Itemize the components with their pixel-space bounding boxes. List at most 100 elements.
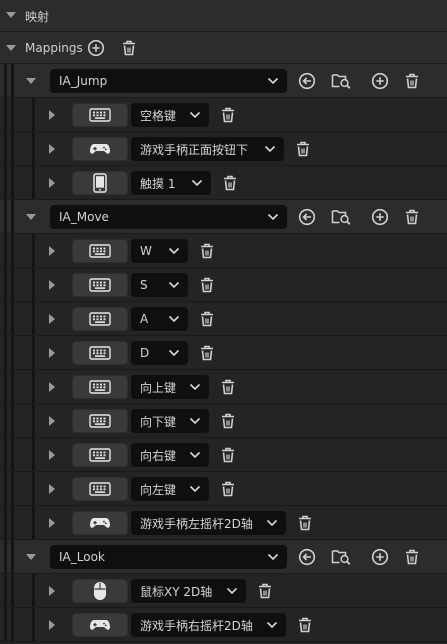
expand-arrow-icon[interactable] [49,110,55,120]
expand-arrow-icon[interactable] [49,314,55,324]
reset-to-default-icon[interactable] [298,72,316,90]
binding-row[interactable]: W [0,234,447,268]
key-capture-button[interactable] [72,307,128,331]
add-binding-icon[interactable] [371,72,389,90]
chevron-down-icon [168,281,180,289]
expand-arrow-icon[interactable] [49,450,55,460]
browse-asset-icon[interactable] [330,72,352,90]
key-select[interactable]: 触摸 1 [131,171,211,195]
key-capture-button[interactable] [72,103,128,127]
delete-action-icon[interactable] [403,72,421,90]
collapse-arrow-icon[interactable] [6,12,16,18]
delete-binding-icon[interactable] [296,514,314,532]
key-capture-button[interactable] [72,273,128,297]
delete-binding-icon[interactable] [198,242,216,260]
binding-row[interactable]: 鼠标XY 2D轴 [0,574,447,608]
binding-row[interactable]: 向下键 [0,404,447,438]
key-capture-button[interactable] [72,239,128,263]
delete-binding-icon[interactable] [256,582,274,600]
key-capture-button[interactable] [72,375,128,399]
key-select[interactable]: 游戏手柄左摇杆2D轴 [131,511,286,535]
key-capture-button[interactable] [72,477,128,501]
mapping-section-header[interactable]: 映射 [0,0,447,32]
add-mapping-icon[interactable] [87,39,105,57]
reset-to-default-icon[interactable] [298,208,316,226]
action-select[interactable]: IA_Look [50,545,287,569]
delete-binding-icon[interactable] [198,276,216,294]
key-capture-button[interactable] [72,171,128,195]
expand-arrow-icon[interactable] [49,178,55,188]
key-capture-button[interactable] [72,511,128,535]
delete-binding-icon[interactable] [221,174,239,192]
binding-row[interactable]: A [0,302,447,336]
mappings-header[interactable]: Mappings [0,32,447,64]
binding-row[interactable]: 游戏手柄正面按钮下 [0,132,447,166]
delete-binding-icon[interactable] [219,446,237,464]
reset-to-default-icon[interactable] [298,548,316,566]
key-capture-button[interactable] [72,613,128,637]
collapse-arrow-icon[interactable] [26,78,36,84]
collapse-arrow-icon[interactable] [26,554,36,560]
key-select[interactable]: 向上键 [131,375,209,399]
collapse-arrow-icon[interactable] [26,214,36,220]
delete-binding-icon[interactable] [219,106,237,124]
delete-binding-icon[interactable] [294,140,312,158]
key-capture-button[interactable] [72,409,128,433]
expand-arrow-icon[interactable] [49,586,55,596]
key-select[interactable]: 游戏手柄右摇杆2D轴 [131,613,286,637]
key-select[interactable]: 向下键 [131,409,209,433]
key-capture-button[interactable] [72,579,128,603]
collapse-arrow-icon[interactable] [6,45,16,51]
delete-binding-icon[interactable] [219,412,237,430]
key-capture-button[interactable] [72,443,128,467]
delete-action-icon[interactable] [403,208,421,226]
key-select[interactable]: 向左键 [131,477,209,501]
binding-row[interactable]: 向左键 [0,472,447,506]
key-name: W [140,244,152,258]
action-select[interactable]: IA_Jump [50,69,287,93]
action-row[interactable]: IA_Jump [0,64,447,98]
key-select[interactable]: W [131,239,188,263]
delete-binding-icon[interactable] [219,378,237,396]
binding-row[interactable]: D [0,336,447,370]
key-select[interactable]: 向右键 [131,443,209,467]
binding-row[interactable]: S [0,268,447,302]
key-select[interactable]: D [131,341,188,365]
expand-arrow-icon[interactable] [49,144,55,154]
expand-arrow-icon[interactable] [49,348,55,358]
key-capture-button[interactable] [72,341,128,365]
binding-row[interactable]: 向右键 [0,438,447,472]
key-select[interactable]: 鼠标XY 2D轴 [131,579,246,603]
key-select[interactable]: A [131,307,188,331]
expand-arrow-icon[interactable] [49,416,55,426]
expand-arrow-icon[interactable] [49,246,55,256]
expand-arrow-icon[interactable] [49,382,55,392]
action-row[interactable]: IA_Look [0,540,447,574]
expand-arrow-icon[interactable] [49,518,55,528]
key-select[interactable]: 游戏手柄正面按钮下 [131,137,284,161]
binding-row[interactable]: 游戏手柄左摇杆2D轴 [0,506,447,540]
key-select[interactable]: 空格键 [131,103,209,127]
expand-arrow-icon[interactable] [49,620,55,630]
delete-binding-icon[interactable] [198,310,216,328]
binding-row[interactable]: 触摸 1 [0,166,447,200]
browse-asset-icon[interactable] [330,548,352,566]
binding-row[interactable]: 游戏手柄右摇杆2D轴 [0,608,447,642]
binding-row[interactable]: 向上键 [0,370,447,404]
key-select[interactable]: S [131,273,188,297]
delete-action-icon[interactable] [403,548,421,566]
action-select[interactable]: IA_Move [50,205,287,229]
browse-asset-icon[interactable] [330,208,352,226]
binding-row[interactable]: 空格键 [0,98,447,132]
expand-arrow-icon[interactable] [49,280,55,290]
chevron-down-icon [191,179,203,187]
delete-binding-icon[interactable] [219,480,237,498]
delete-all-mappings-icon[interactable] [120,39,138,57]
action-row[interactable]: IA_Move [0,200,447,234]
add-binding-icon[interactable] [371,208,389,226]
key-capture-button[interactable] [72,137,128,161]
add-binding-icon[interactable] [371,548,389,566]
delete-binding-icon[interactable] [296,616,314,634]
expand-arrow-icon[interactable] [49,484,55,494]
delete-binding-icon[interactable] [198,344,216,362]
